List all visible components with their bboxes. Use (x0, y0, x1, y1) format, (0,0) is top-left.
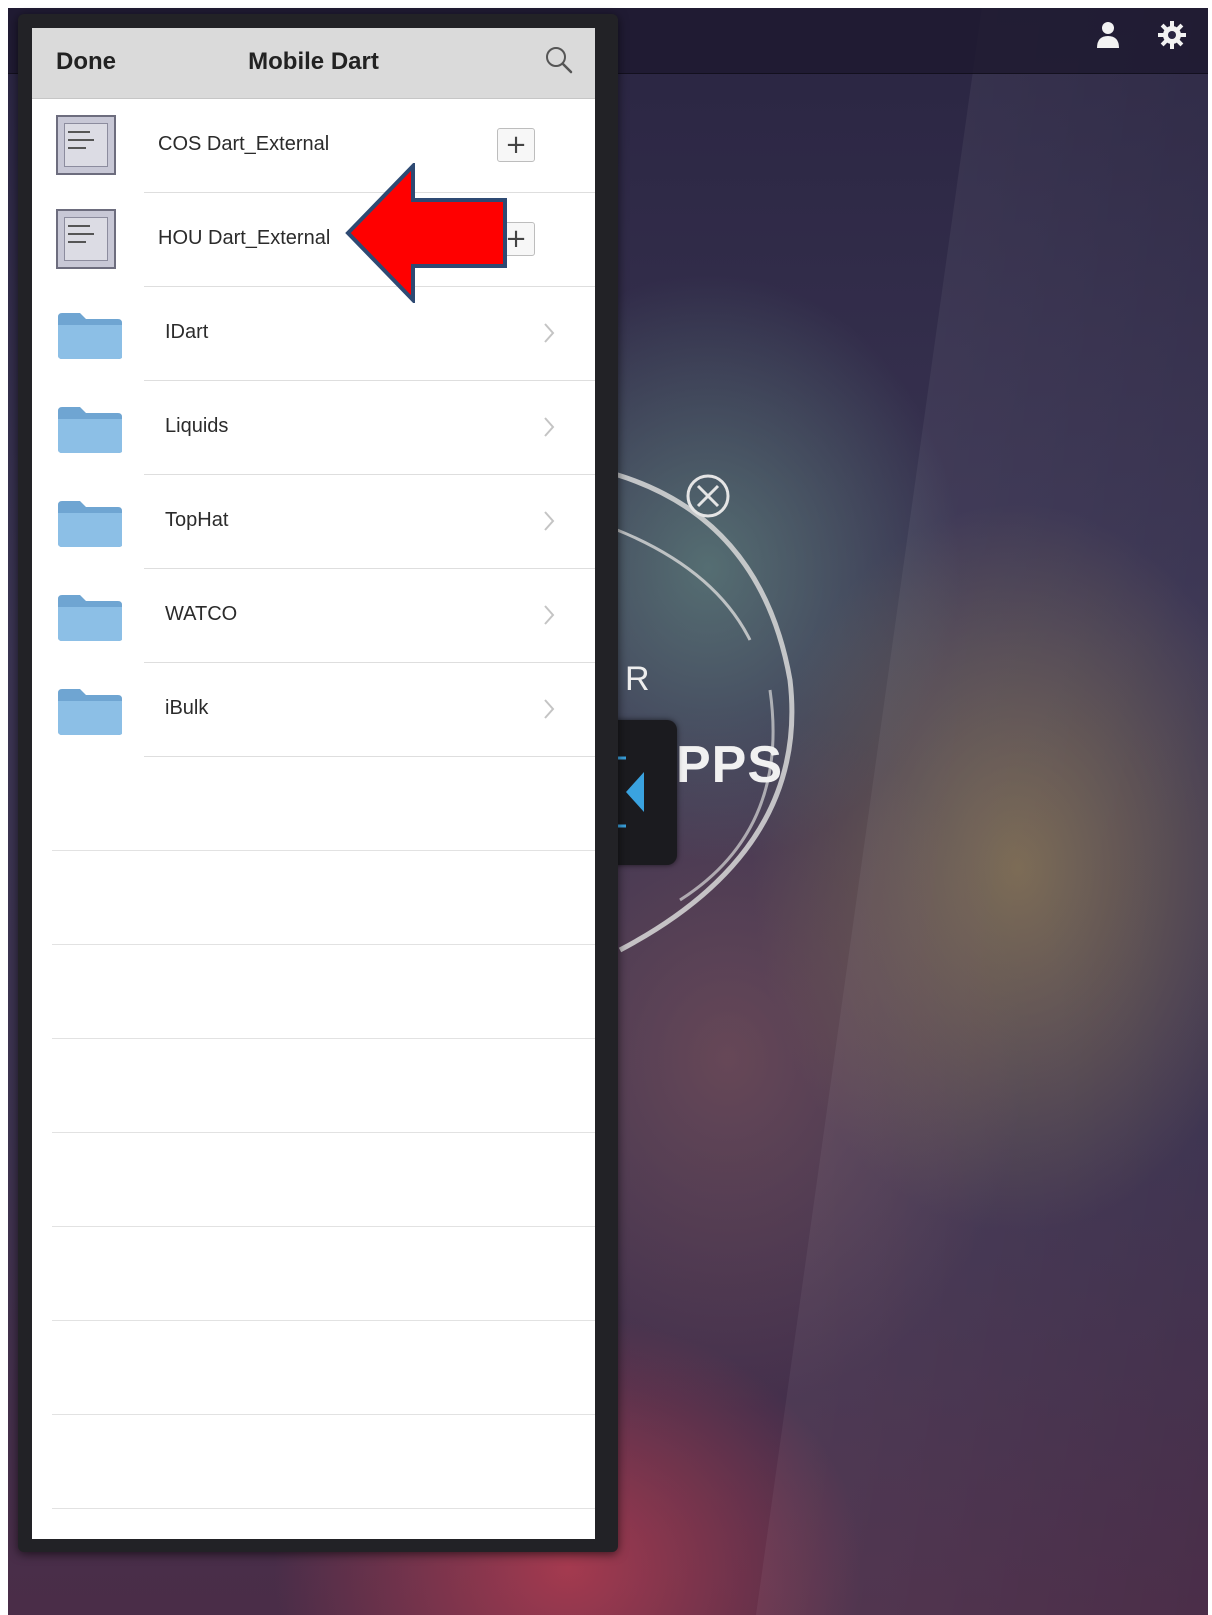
list-item-label: COS Dart_External (158, 133, 330, 155)
gear-icon[interactable] (1157, 20, 1187, 50)
empty-row (32, 1227, 595, 1321)
list-item-watco[interactable]: WATCO (32, 569, 595, 663)
list-item-label: WATCO (165, 603, 238, 625)
list-item-label: iBulk (165, 697, 209, 719)
chevron-right-icon (544, 699, 555, 719)
popover-navbar: Done Mobile Dart (32, 28, 595, 99)
empty-row (32, 1039, 595, 1133)
list-item-label: IDart (165, 321, 209, 343)
chevron-right-icon (544, 511, 555, 531)
brand-text-partial: PPS (676, 736, 784, 794)
user-icon[interactable] (1093, 20, 1123, 50)
app-thumbnail-icon (56, 115, 116, 175)
empty-row (32, 945, 595, 1039)
chevron-right-icon (544, 323, 555, 343)
list-item-hou-dart-external[interactable]: HOU Dart_External + (32, 193, 595, 287)
list-item-idart[interactable]: IDart (32, 287, 595, 381)
list-item-label: Liquids (165, 415, 229, 437)
empty-row (32, 1133, 595, 1227)
popover-title: Mobile Dart (248, 48, 379, 75)
folder-icon (58, 689, 122, 735)
list-item-cos-dart-external[interactable]: COS Dart_External + (32, 99, 595, 193)
mobile-dart-panel: Done Mobile Dart COS Dart_External + HOU… (32, 28, 595, 1539)
list-item-tophat[interactable]: TopHat (32, 475, 595, 569)
folder-icon (58, 313, 122, 359)
empty-row (32, 757, 595, 851)
empty-row (32, 851, 595, 945)
list-item-label: HOU Dart_External (158, 227, 331, 249)
chevron-right-icon (544, 605, 555, 625)
list-item-label: TopHat (165, 509, 229, 531)
folder-icon (58, 501, 122, 547)
folder-icon (58, 407, 122, 453)
search-icon[interactable] (541, 42, 577, 78)
empty-row (32, 1321, 595, 1415)
list-item-liquids[interactable]: Liquids (32, 381, 595, 475)
chevron-right-icon (544, 417, 555, 437)
empty-row (32, 1415, 595, 1509)
brand-text-partial-top: R (625, 660, 650, 698)
list-item-ibulk[interactable]: iBulk (32, 663, 595, 757)
app-thumbnail-icon (56, 209, 116, 269)
add-button[interactable]: + (497, 128, 535, 162)
folder-icon (58, 595, 122, 641)
app-list: COS Dart_External + HOU Dart_External + … (32, 99, 595, 1509)
red-arrow-annotation (345, 163, 507, 303)
